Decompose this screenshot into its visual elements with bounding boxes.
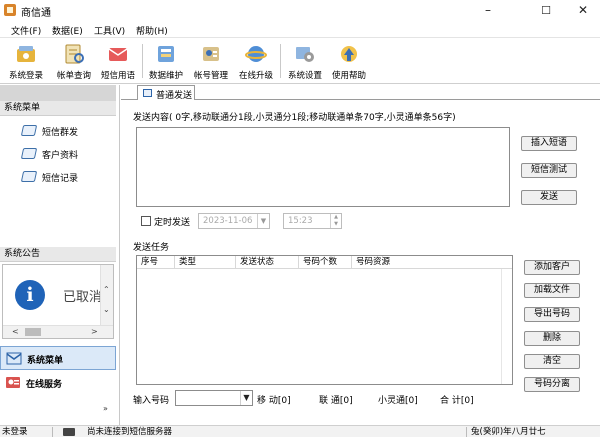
load-file-button[interactable]: 加载文件 xyxy=(524,283,580,298)
mobile-count: 移 动[0] xyxy=(257,396,291,406)
scroll-left-icon[interactable]: < xyxy=(12,327,19,336)
phrases-icon xyxy=(108,48,128,61)
number-input-row: 输入号码 ▼ 移 动[0] 联 通[0] 小灵通[0] 合 计[0] xyxy=(121,390,600,408)
data-maintenance-icon xyxy=(158,46,174,62)
time-spinner[interactable]: ▲ ▼ xyxy=(330,214,341,228)
table-scrollbar[interactable] xyxy=(501,269,512,384)
number-input[interactable]: ▼ xyxy=(175,390,253,406)
dropdown-arrow-icon[interactable]: ▼ xyxy=(240,391,252,405)
server-icon xyxy=(63,428,75,436)
help-icon xyxy=(341,46,357,62)
login-button[interactable]: 系统登录 xyxy=(6,40,46,82)
toolbar: 系统登录 帐单查询 短信用语 数据维护 帐号管理 在线升级 系统设置 使用帮助 xyxy=(0,38,600,84)
bill-query-icon xyxy=(65,44,84,64)
system-menu-header: 系统菜单 xyxy=(0,101,116,116)
spin-up-icon[interactable]: ▲ xyxy=(331,214,341,221)
sms-test-button[interactable]: 短信测试 xyxy=(521,163,577,178)
menu-tools[interactable]: 工具(V) xyxy=(94,24,125,37)
expand-chevron-icon[interactable]: » xyxy=(103,404,108,413)
message-textarea[interactable] xyxy=(136,127,510,207)
minimize-button[interactable]: – xyxy=(468,0,508,21)
menu-bar: 文件(F) 数据(E) 工具(V) 帮助(H) xyxy=(0,21,600,38)
column-header[interactable]: 类型 xyxy=(175,256,236,269)
document-icon xyxy=(143,89,152,97)
notice-box: i 已取消 ⌃ ⌄ < > xyxy=(2,264,114,339)
login-status: 未登录 xyxy=(2,427,28,437)
column-header[interactable]: 发送状态 xyxy=(236,256,299,269)
menu-help[interactable]: 帮助(H) xyxy=(136,24,168,37)
upgrade-icon xyxy=(245,46,267,62)
total-count: 合 计[0] xyxy=(440,396,474,406)
notice-horizontal-scrollbar[interactable]: < > xyxy=(3,325,113,338)
book-icon xyxy=(20,148,38,159)
data-maintenance-button[interactable]: 数据维护 xyxy=(146,40,186,82)
scheduled-send-checkbox[interactable] xyxy=(141,216,151,226)
account-button[interactable]: 帐号管理 xyxy=(191,40,231,82)
status-separator xyxy=(466,427,467,437)
send-panel: 发送内容( 0字,移动联通分1段,小灵通分1段;移动联通单条70字,小灵通单条5… xyxy=(121,100,600,425)
send-task-title: 发送任务 xyxy=(133,243,170,253)
title-bar: 商信通 – ☐ ✕ xyxy=(0,0,600,21)
clear-button[interactable]: 清空 xyxy=(524,354,580,369)
unicom-count: 联 通[0] xyxy=(319,396,353,406)
lunar-date: 兔(癸卯)年八月廿七 xyxy=(471,427,546,437)
export-numbers-button[interactable]: 导出号码 xyxy=(524,307,580,322)
system-notice-header: 系统公告 xyxy=(0,247,116,262)
time-picker[interactable]: 15:23 ▲ ▼ xyxy=(283,213,342,229)
menu-data[interactable]: 数据(E) xyxy=(52,24,83,37)
close-button[interactable]: ✕ xyxy=(563,0,600,21)
scroll-down-icon[interactable]: ⌄ xyxy=(103,305,110,314)
add-customer-button[interactable]: 添加客户 xyxy=(524,260,580,275)
book-icon xyxy=(20,125,38,136)
upgrade-button[interactable]: 在线升级 xyxy=(236,40,276,82)
column-header[interactable]: 序号 xyxy=(137,256,175,269)
settings-button[interactable]: 系统设置 xyxy=(285,40,325,82)
left-panel-topbar xyxy=(0,85,116,101)
account-icon xyxy=(203,47,219,61)
scroll-up-icon[interactable]: ⌃ xyxy=(103,285,110,294)
date-picker[interactable]: 2023-11-06 ▼ xyxy=(198,213,270,229)
send-task-table[interactable]: 序号 类型 发送状态 号码个数 号码资源 xyxy=(136,255,513,385)
scheduled-send-label: 定时发送 xyxy=(154,218,191,228)
phrases-button[interactable]: 短信用语 xyxy=(98,40,138,82)
scroll-right-icon[interactable]: > xyxy=(91,327,98,336)
settings-icon xyxy=(296,47,314,62)
phs-count: 小灵通[0] xyxy=(378,396,418,406)
online-service-icon xyxy=(6,377,20,388)
window-title: 商信通 xyxy=(21,8,51,19)
notice-text: 已取消 xyxy=(63,290,103,305)
help-button[interactable]: 使用帮助 xyxy=(329,40,369,82)
system-menu-icon xyxy=(6,352,22,365)
connection-status: 尚未连接到短信服务器 xyxy=(87,427,173,437)
dropdown-arrow-icon[interactable]: ▼ xyxy=(257,214,269,228)
notice-vertical-scrollbar[interactable]: ⌃ ⌄ xyxy=(100,265,113,325)
tab-normal-send[interactable]: 普通发送 xyxy=(137,85,195,101)
column-header[interactable]: 号码资源 xyxy=(352,256,501,269)
send-button[interactable]: 发送 xyxy=(521,190,577,205)
input-number-label: 输入号码 xyxy=(133,396,170,406)
left-panel: 系统菜单 短信群发 客户资料 短信记录 系统公告 i 已取消 ⌃ ⌄ < > 系… xyxy=(0,85,120,425)
tab-strip: 普通发送 xyxy=(121,85,600,101)
menu-file[interactable]: 文件(F) xyxy=(11,24,41,37)
nav-online-service[interactable]: 在线服务 xyxy=(0,371,116,395)
login-icon xyxy=(17,46,35,62)
bill-query-button[interactable]: 帐单查询 xyxy=(54,40,94,82)
scroll-thumb[interactable] xyxy=(25,328,41,336)
book-icon xyxy=(20,171,38,182)
status-bar: 未登录 尚未连接到短信服务器 兔(癸卯)年八月廿七 xyxy=(0,425,600,437)
table-header: 序号 类型 发送状态 号码个数 号码资源 xyxy=(137,256,512,269)
app-icon xyxy=(4,4,16,16)
insert-phrase-button[interactable]: 插入短语 xyxy=(521,136,577,151)
send-content-info: 发送内容( 0字,移动联通分1段,小灵通分1段;移动联通单条70字,小灵通单条5… xyxy=(133,113,456,123)
delete-button[interactable]: 删除 xyxy=(524,331,580,346)
info-icon: i xyxy=(15,280,45,310)
maximize-button[interactable]: ☐ xyxy=(526,0,566,21)
nav-system-menu[interactable]: 系统菜单 xyxy=(0,346,116,370)
spin-down-icon[interactable]: ▼ xyxy=(331,221,341,228)
status-separator xyxy=(52,427,53,437)
column-header[interactable]: 号码个数 xyxy=(299,256,352,269)
